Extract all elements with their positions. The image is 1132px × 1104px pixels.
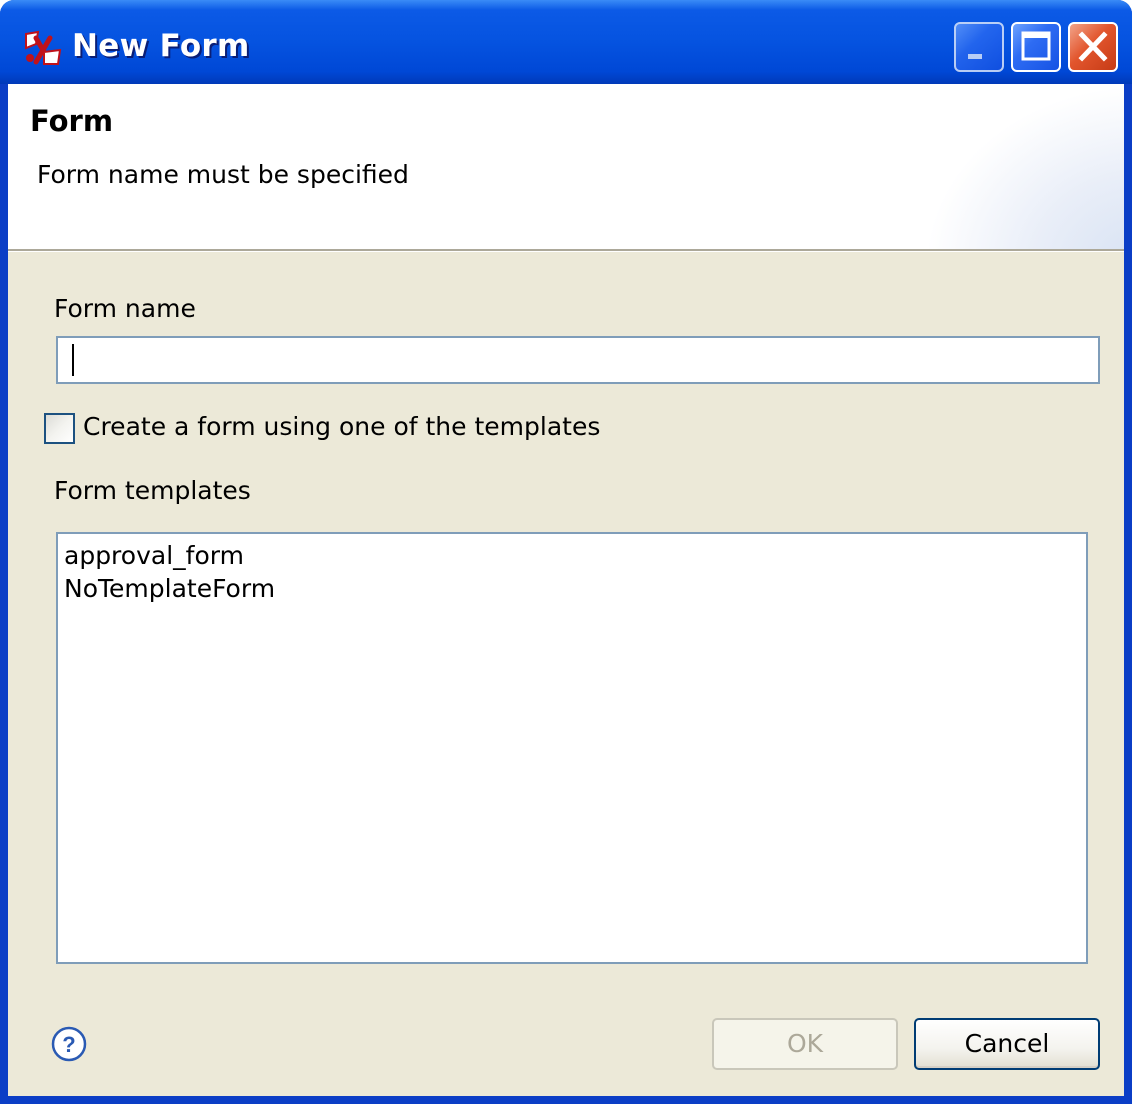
maximize-button[interactable]	[1011, 22, 1061, 72]
cancel-button[interactable]: Cancel	[914, 1018, 1100, 1070]
form-name-label: Form name	[54, 294, 196, 323]
form-templates-label: Form templates	[54, 476, 251, 505]
list-item[interactable]: approval_form	[64, 539, 1080, 572]
svg-text:?: ?	[62, 1032, 75, 1057]
dialog-window: New Form Form Form name must be specifie…	[0, 0, 1132, 1104]
form-name-input[interactable]	[56, 336, 1100, 384]
wizard-banner: Form Form name must be specified	[8, 84, 1124, 249]
window-title: New Form	[72, 28, 250, 64]
text-caret	[72, 344, 74, 376]
minimize-button[interactable]	[954, 22, 1004, 72]
minimize-icon	[968, 54, 982, 59]
dialog-body: Form Form name must be specified Form na…	[8, 84, 1124, 1096]
banner-title: Form	[30, 104, 114, 138]
banner-message: Form name must be specified	[37, 160, 409, 189]
ok-button[interactable]: OK	[712, 1018, 898, 1070]
template-checkbox-label[interactable]: Create a form using one of the templates	[83, 412, 600, 441]
help-icon[interactable]: ?	[50, 1025, 88, 1063]
close-icon	[1078, 31, 1108, 62]
app-icon	[25, 30, 62, 65]
banner-divider	[8, 249, 1124, 252]
close-button[interactable]	[1068, 22, 1118, 72]
maximize-icon	[1021, 31, 1051, 61]
title-bar[interactable]: New Form	[0, 0, 1132, 84]
banner-decoration	[924, 84, 1124, 249]
form-templates-list[interactable]: approval_form NoTemplateForm	[56, 532, 1088, 964]
list-item[interactable]: NoTemplateForm	[64, 572, 1080, 605]
template-checkbox[interactable]	[44, 413, 75, 444]
